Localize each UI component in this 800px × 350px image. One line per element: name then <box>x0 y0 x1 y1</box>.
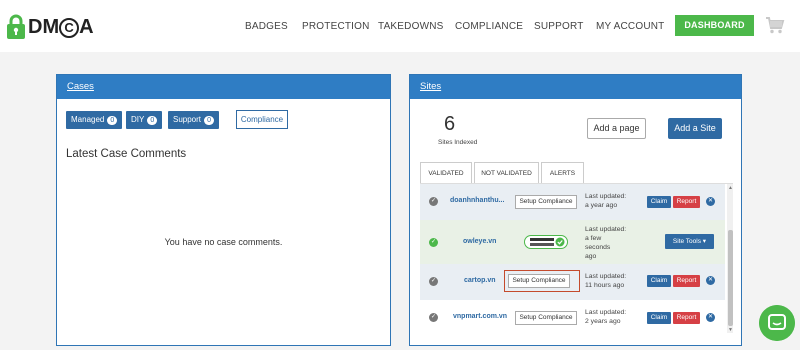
cases-panel: Cases Managed 0 DIY 0 Support 0 Compliance … <box>56 74 391 346</box>
setup-compliance-button[interactable]: Setup Compliance <box>515 195 577 209</box>
status-icon: ✓ <box>429 277 438 286</box>
site-domain[interactable]: vnpmart.com.vn <box>453 313 507 320</box>
tab-validated[interactable]: VALIDATED <box>420 162 472 183</box>
managed-label: Managed <box>71 115 105 124</box>
nav-badges[interactable]: BADGES <box>245 21 288 32</box>
last-updated-value: a few seconds ago <box>585 235 611 260</box>
add-site-button[interactable]: Add a Site <box>668 118 722 139</box>
lock-icon <box>7 14 25 39</box>
sites-title[interactable]: Sites <box>420 81 441 92</box>
status-icon: ✓ <box>429 238 438 247</box>
support-label: Support <box>173 115 202 124</box>
cases-panel-header: Cases <box>57 75 390 99</box>
managed-count: 0 <box>107 116 118 125</box>
support-button[interactable]: Support 0 <box>168 111 220 129</box>
nav-takedowns[interactable]: TAKEDOWNS <box>378 21 444 32</box>
diy-label: DIY <box>131 115 145 124</box>
status-icon: ✓ <box>429 197 438 206</box>
claim-button[interactable]: Claim <box>647 196 671 208</box>
report-button[interactable]: Report <box>673 275 700 287</box>
chat-widget-icon[interactable] <box>759 305 795 341</box>
add-page-button[interactable]: Add a page <box>587 118 646 139</box>
tab-alerts[interactable]: ALERTS <box>541 162 584 183</box>
last-updated-value: 11 hours ago <box>585 282 625 289</box>
sites-panel: Sites 6 Sites Indexed Add a page Add a S… <box>409 74 742 346</box>
remove-icon[interactable]: ✕ <box>706 276 715 285</box>
sites-count: 6 <box>444 113 456 135</box>
sites-count-label: Sites Indexed <box>438 139 478 146</box>
setup-compliance-button[interactable]: Setup Compliance <box>508 274 570 288</box>
managed-button[interactable]: Managed 0 <box>66 111 123 129</box>
site-domain[interactable]: doanhnhanthu... <box>450 197 504 204</box>
scroll-down-arrow-icon[interactable]: ▼ <box>728 327 733 333</box>
diy-button[interactable]: DIY 0 <box>126 111 163 129</box>
last-updated: Last updated: a year ago <box>585 192 626 210</box>
nav-my-account[interactable]: MY ACCOUNT <box>596 21 665 32</box>
last-updated-label: Last updated: <box>585 273 627 280</box>
compliance-button[interactable]: Compliance <box>236 110 288 129</box>
status-icon: ✓ <box>429 313 438 322</box>
report-button[interactable]: Report <box>673 312 700 324</box>
support-count: 0 <box>204 116 215 125</box>
scroll-up-arrow-icon[interactable]: ▲ <box>728 185 733 191</box>
site-domain[interactable]: owleye.vn <box>463 238 496 245</box>
site-row: ✓ doanhnhanthu... Setup Compliance Last … <box>420 184 725 220</box>
page: DM C A BADGES PROTECTION TAKEDOWNS COMPLIA… <box>0 0 800 350</box>
cart-icon[interactable] <box>765 15 785 35</box>
report-button[interactable]: Report <box>673 196 700 208</box>
dmca-logo[interactable]: DM C A <box>6 12 94 42</box>
site-row: ✓ vnpmart.com.vn Setup Compliance Last u… <box>420 300 725 333</box>
top-header: DM C A BADGES PROTECTION TAKEDOWNS COMPLIA… <box>0 0 800 52</box>
last-updated-label: Last updated: <box>585 309 627 316</box>
latest-case-comments-title: Latest Case Comments <box>66 148 187 160</box>
last-updated: Last updated: 2 years ago <box>585 308 626 326</box>
remove-icon[interactable]: ✕ <box>706 197 715 206</box>
site-tools-button[interactable]: Site Tools ▾ <box>665 234 714 249</box>
last-updated: Last updated: 11 hours ago <box>585 272 626 290</box>
cases-title[interactable]: Cases <box>67 81 94 92</box>
diy-count: 0 <box>147 116 158 125</box>
dashboard-button[interactable]: DASHBOARD <box>675 15 754 36</box>
last-updated-label: Last updated: <box>585 193 627 200</box>
claim-button[interactable]: Claim <box>647 275 671 287</box>
logo-text: DM C A <box>28 16 94 38</box>
site-row: ✓ owleye.vn Last updated: a few seconds … <box>420 220 725 264</box>
claim-button[interactable]: Claim <box>647 312 671 324</box>
dmca-compliant-badge[interactable] <box>524 235 568 249</box>
site-domain[interactable]: cartop.vn <box>464 277 496 284</box>
nav-support[interactable]: SUPPORT <box>534 21 584 32</box>
last-updated: Last updated: a few seconds ago <box>585 225 626 261</box>
last-updated-label: Last updated: <box>585 226 627 233</box>
setup-compliance-button[interactable]: Setup Compliance <box>515 311 577 325</box>
sites-list: ✓ doanhnhanthu... Setup Compliance Last … <box>420 183 733 333</box>
remove-icon[interactable]: ✕ <box>706 313 715 322</box>
tab-not-validated[interactable]: NOT VALIDATED <box>474 162 539 183</box>
nav-protection[interactable]: PROTECTION <box>302 21 370 32</box>
sites-scrollbar[interactable]: ▲ ▼ <box>727 184 733 333</box>
site-row: ✓ cartop.vn Setup Compliance Last update… <box>420 264 725 300</box>
empty-comments-text: You have no case comments. <box>164 237 283 247</box>
last-updated-value: a year ago <box>585 202 618 209</box>
sites-panel-header: Sites <box>410 75 741 99</box>
scroll-thumb[interactable] <box>728 230 733 326</box>
last-updated-value: 2 years ago <box>585 318 621 325</box>
nav-compliance[interactable]: COMPLIANCE <box>455 21 523 32</box>
